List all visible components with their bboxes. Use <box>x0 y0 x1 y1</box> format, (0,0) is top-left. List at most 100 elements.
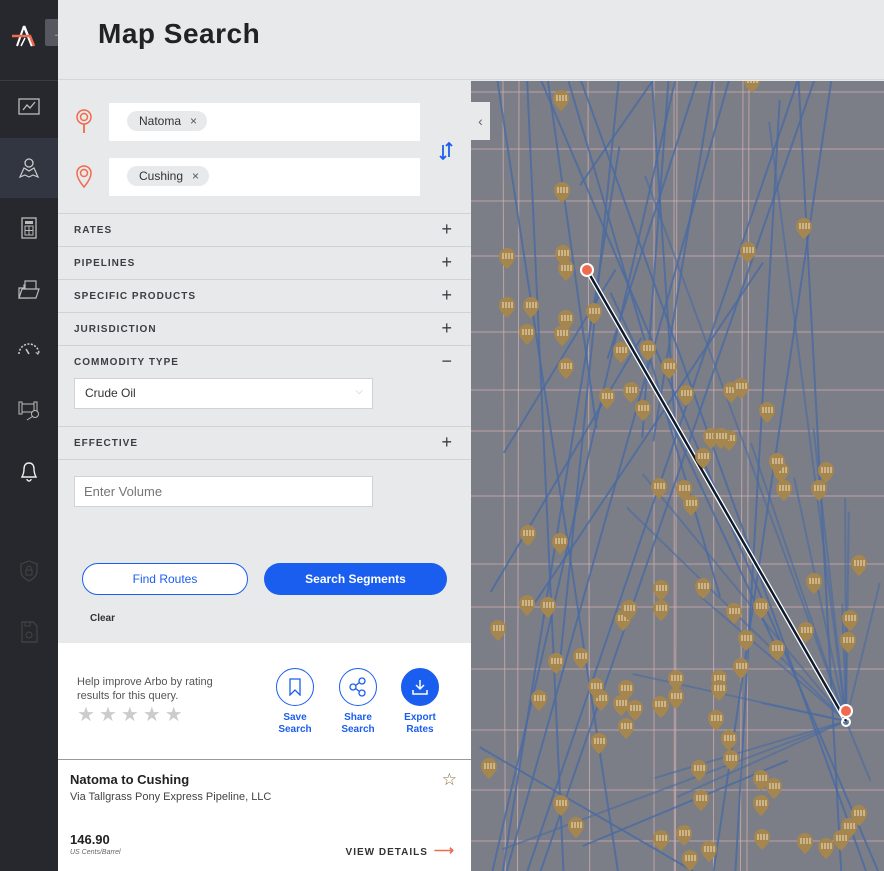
expand-icon[interactable]: + <box>441 432 452 452</box>
clear-button[interactable]: Clear <box>90 613 115 624</box>
terminal-marker[interactable] <box>499 297 515 318</box>
terminal-marker[interactable] <box>851 555 867 576</box>
remove-destination-icon[interactable]: × <box>192 169 199 183</box>
terminal-marker[interactable] <box>744 81 760 93</box>
map[interactable] <box>471 81 884 871</box>
terminal-marker[interactable] <box>818 838 834 859</box>
terminal-marker[interactable] <box>754 829 770 850</box>
sidebar-item-map-search[interactable] <box>0 138 58 198</box>
filter-jurisdiction[interactable]: JURISDICTION + <box>58 312 471 345</box>
star-icon[interactable]: ★ <box>99 705 117 725</box>
terminal-marker[interactable] <box>806 573 822 594</box>
map-canvas[interactable] <box>471 81 884 871</box>
terminal-marker[interactable] <box>519 324 535 345</box>
terminal-marker[interactable] <box>682 850 698 871</box>
volume-input[interactable] <box>74 476 373 507</box>
sidebar-item-tariffs[interactable] <box>0 198 58 258</box>
terminal-marker[interactable] <box>558 260 574 281</box>
filter-specific-products[interactable]: SPECIFIC PRODUCTS + <box>58 279 471 312</box>
filter-effective[interactable]: EFFECTIVE + <box>58 426 471 459</box>
terminal-marker[interactable] <box>531 690 547 711</box>
search-segments-button[interactable]: Search Segments <box>264 563 447 595</box>
terminal-marker[interactable] <box>766 778 782 799</box>
collapse-icon[interactable]: − <box>441 351 452 371</box>
sidebar-item-alerts[interactable] <box>0 441 58 501</box>
share-search-button[interactable]: Share Search <box>328 668 388 736</box>
terminal-marker[interactable] <box>554 325 570 346</box>
star-icon[interactable]: ★ <box>165 705 183 725</box>
filter-rates[interactable]: RATES + <box>58 213 471 246</box>
terminal-marker[interactable] <box>635 400 651 421</box>
terminal-marker[interactable] <box>723 750 739 771</box>
terminal-marker[interactable] <box>618 718 634 739</box>
result-card[interactable]: Natoma to Cushing Via Tallgrass Pony Exp… <box>58 760 471 871</box>
terminal-marker[interactable] <box>833 830 849 851</box>
terminal-marker[interactable] <box>721 730 737 751</box>
terminal-marker[interactable] <box>797 833 813 854</box>
expand-icon[interactable]: + <box>441 252 452 272</box>
filter-pipelines[interactable]: PIPELINES + <box>58 246 471 279</box>
export-rates-button[interactable]: Export Rates <box>390 668 450 736</box>
terminal-marker[interactable] <box>523 297 539 318</box>
star-icon[interactable]: ★ <box>121 705 139 725</box>
sidebar-item-analytics[interactable] <box>0 77 58 137</box>
terminal-marker[interactable] <box>548 653 564 674</box>
terminal-marker[interactable] <box>676 825 692 846</box>
terminal-marker[interactable] <box>776 480 792 501</box>
terminal-marker[interactable] <box>540 597 556 618</box>
swap-arrows-icon[interactable] <box>436 139 456 163</box>
sidebar-item-documents[interactable] <box>0 259 58 319</box>
expand-icon[interactable]: + <box>441 219 452 239</box>
terminal-marker[interactable] <box>678 385 694 406</box>
terminal-marker[interactable] <box>811 480 827 501</box>
terminal-marker[interactable] <box>668 688 684 709</box>
expand-icon[interactable]: + <box>441 285 452 305</box>
terminal-marker[interactable] <box>842 610 858 631</box>
view-details-link[interactable]: VIEW DETAILS ⟶ <box>346 842 455 859</box>
terminal-marker[interactable] <box>708 710 724 731</box>
collapse-panel-button[interactable]: ‹ <box>471 102 490 140</box>
terminal-marker[interactable] <box>481 758 497 779</box>
terminal-marker[interactable] <box>753 795 769 816</box>
favorite-star-icon[interactable]: ☆ <box>442 770 457 790</box>
arbo-logo[interactable] <box>10 24 40 50</box>
terminal-marker[interactable] <box>653 600 669 621</box>
terminal-marker[interactable] <box>693 790 709 811</box>
save-search-button[interactable]: Save Search <box>265 668 325 736</box>
terminal-marker[interactable] <box>568 817 584 838</box>
terminal-marker[interactable] <box>653 580 669 601</box>
terminal-marker[interactable] <box>553 90 569 111</box>
terminal-marker[interactable] <box>623 382 639 403</box>
terminal-marker[interactable] <box>519 595 535 616</box>
sidebar-item-dashboard[interactable] <box>0 320 58 380</box>
terminal-marker[interactable] <box>591 733 607 754</box>
terminal-marker[interactable] <box>683 495 699 516</box>
terminal-marker[interactable] <box>695 578 711 599</box>
commodity-type-select[interactable]: Crude Oil ⌵ <box>74 378 373 409</box>
terminal-marker[interactable] <box>520 525 536 546</box>
terminal-marker[interactable] <box>738 630 754 651</box>
terminal-marker[interactable] <box>627 700 643 721</box>
origin-input[interactable]: Natoma × <box>109 103 420 141</box>
terminal-marker[interactable] <box>668 670 684 691</box>
terminal-marker[interactable] <box>753 598 769 619</box>
terminal-marker[interactable] <box>499 248 515 269</box>
star-icon[interactable]: ★ <box>143 705 161 725</box>
terminal-marker[interactable] <box>613 695 629 716</box>
terminal-marker[interactable] <box>796 218 812 239</box>
star-icon[interactable]: ★ <box>77 705 95 725</box>
sidebar-item-pipeline-search[interactable] <box>0 380 58 440</box>
star-rating[interactable]: ★ ★ ★ ★ ★ <box>77 705 183 725</box>
remove-origin-icon[interactable]: × <box>190 114 197 128</box>
filter-commodity-type[interactable]: COMMODITY TYPE − <box>58 345 471 378</box>
terminal-marker[interactable] <box>553 795 569 816</box>
expand-icon[interactable]: + <box>441 318 452 338</box>
terminal-marker[interactable] <box>840 632 856 653</box>
terminal-marker[interactable] <box>490 620 506 641</box>
destination-input[interactable]: Cushing × <box>109 158 420 196</box>
terminal-marker[interactable] <box>558 358 574 379</box>
terminal-marker[interactable] <box>653 830 669 851</box>
terminal-marker[interactable] <box>613 342 629 363</box>
find-routes-button[interactable]: Find Routes <box>82 563 248 595</box>
terminal-marker[interactable] <box>554 182 570 203</box>
